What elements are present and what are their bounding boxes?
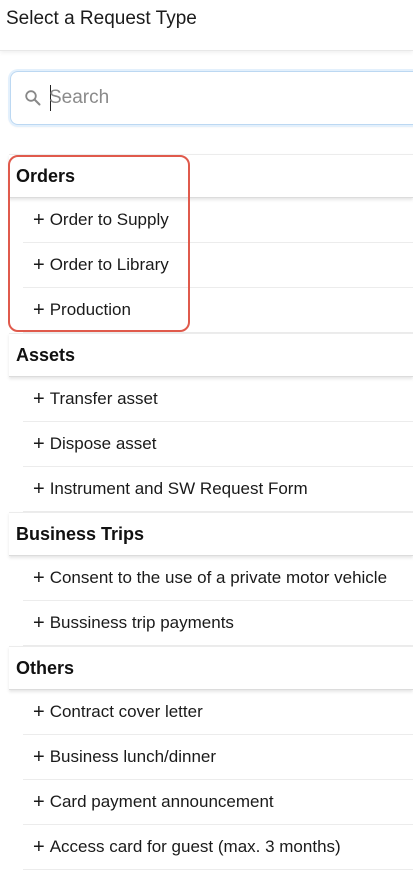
group-header: Assets [9,333,413,377]
list-item-label: Production [49,300,131,319]
list-item[interactable]: + Order to Library [23,243,413,288]
list-item-label: Card payment announcement [49,792,274,811]
list-item[interactable]: + Contract cover letter [23,690,413,735]
plus-icon: + [33,388,45,410]
plus-icon: + [33,791,45,813]
group-header: Others [9,646,413,690]
list-item[interactable]: + Consent to the use of a private motor v… [23,556,413,601]
plus-icon: + [33,746,45,768]
list-item[interactable]: + Access card for guest (max. 3 months) [23,825,413,870]
list-item-label: Order to Supply [49,210,169,229]
plus-icon: + [33,836,45,858]
list-item[interactable]: + Business lunch/dinner [23,735,413,780]
plus-icon: + [33,612,45,634]
list-item-label: Dispose asset [49,434,157,453]
plus-icon: + [33,254,45,276]
plus-icon: + [33,433,45,455]
list-item[interactable]: + Card payment announcement [23,780,413,825]
list-item-label: Contract cover letter [49,702,203,721]
search-icon [25,90,41,106]
group-others: Others + Contract cover letter + Business … [0,646,413,870]
list-item[interactable]: + Bussiness trip payments [23,601,413,646]
list-item-label: Instrument and SW Request Form [49,479,308,498]
request-type-list: Orders + Order to Supply + Order to Librar… [0,154,413,870]
group-header: Orders [9,154,413,198]
list-item-label: Transfer asset [49,389,158,408]
group-orders: Orders + Order to Supply + Order to Librar… [0,154,413,333]
page-title: Select a Request Type [6,8,197,29]
list-item-label: Access card for guest (max. 3 months) [49,837,341,856]
list-item-label: Business lunch/dinner [49,747,217,766]
group-header: Business Trips [9,512,413,556]
search-box[interactable] [10,71,413,125]
list-item[interactable]: + Dispose asset [23,422,413,467]
plus-icon: + [33,701,45,723]
plus-icon: + [33,299,45,321]
group-business-trips: Business Trips + Consent to the use of a … [0,512,413,646]
plus-icon: + [33,567,45,589]
dialog-header: Select a Request Type [0,0,413,51]
plus-icon: + [33,478,45,500]
list-item[interactable]: + Instrument and SW Request Form [23,467,413,512]
group-assets: Assets + Transfer asset + Dispose asset + I… [0,333,413,512]
list-item[interactable]: + Transfer asset [23,377,413,422]
list-item[interactable]: + Order to Supply [23,198,413,243]
list-item[interactable]: + Production [23,288,413,333]
list-item-label: Order to Library [49,255,169,274]
list-item-label: Bussiness trip payments [49,613,234,632]
search-input[interactable] [49,82,409,114]
plus-icon: + [33,209,45,231]
list-item-label: Consent to the use of a private motor ve… [49,568,388,587]
